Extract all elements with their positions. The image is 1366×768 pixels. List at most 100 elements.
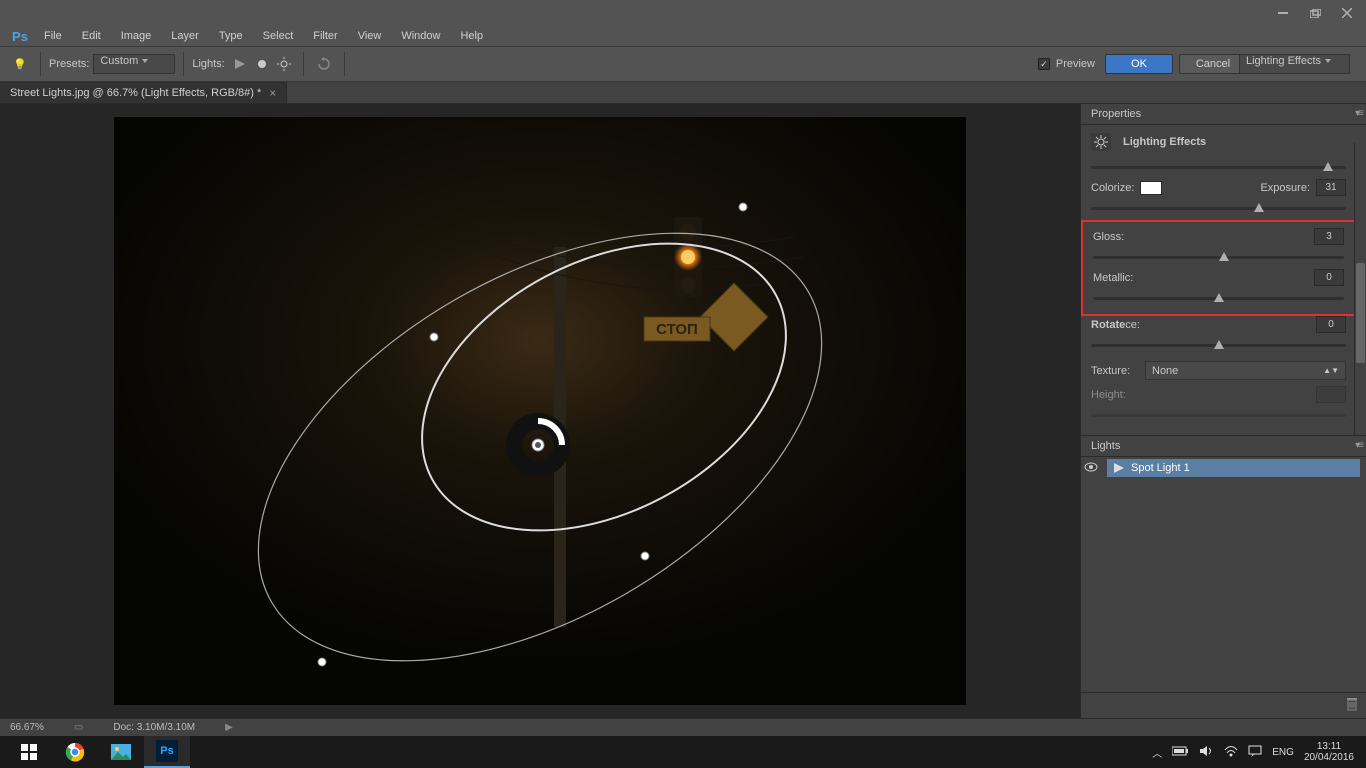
menu-image[interactable]: Image: [111, 30, 162, 42]
windows-taskbar: Ps ︿ ENG 13:11 20/04/2016: [0, 736, 1366, 768]
rotate-slider[interactable]: [1091, 339, 1346, 353]
panel-menu-icon[interactable]: ▾≡: [1355, 108, 1362, 119]
properties-tab[interactable]: Properties ▾≡: [1081, 104, 1366, 125]
exposure-value[interactable]: 31: [1316, 179, 1346, 196]
menu-help[interactable]: Help: [450, 30, 493, 42]
document-tab[interactable]: Street Lights.jpg @ 66.7% (Light Effects…: [0, 82, 287, 103]
infinitelight-icon[interactable]: [273, 52, 295, 76]
tray-battery-icon[interactable]: [1172, 746, 1190, 759]
separator: [344, 52, 345, 76]
tray-volume-icon[interactable]: [1200, 745, 1214, 760]
metallic-slider[interactable]: [1093, 292, 1344, 306]
menu-type[interactable]: Type: [209, 30, 253, 42]
status-thumbnail-icon[interactable]: ▭: [74, 722, 83, 733]
lights-label: Lights:: [192, 58, 224, 70]
properties-scrollbar[interactable]: [1354, 143, 1366, 435]
taskbar-photoshop[interactable]: Ps: [144, 736, 190, 768]
menu-bar: Ps File Edit Image Layer Type Select Fil…: [0, 26, 1366, 46]
metallic-value[interactable]: 0: [1314, 269, 1344, 286]
cancel-button[interactable]: Cancel: [1179, 54, 1247, 74]
menu-filter[interactable]: Filter: [303, 30, 347, 42]
visibility-toggle[interactable]: [1081, 457, 1101, 479]
options-bar: 💡 Presets: Custom Lights: ✓ Preview OK C…: [0, 46, 1366, 82]
separator: [40, 52, 41, 76]
light-item-label: Spot Light 1: [1131, 462, 1190, 474]
preview-checkbox[interactable]: ✓: [1038, 58, 1050, 70]
exposure-label: Exposure:: [1260, 182, 1310, 194]
gloss-slider[interactable]: [1093, 251, 1344, 265]
lights-tab[interactable]: Lights ▾≡: [1081, 436, 1366, 457]
height-value: [1316, 386, 1346, 403]
zoom-level[interactable]: 66.67%: [10, 722, 44, 733]
rotate-value[interactable]: 0: [1316, 316, 1346, 333]
document-tab-label: Street Lights.jpg @ 66.7% (Light Effects…: [10, 87, 261, 99]
workspace-dropdown[interactable]: Lighting Effects: [1239, 54, 1350, 74]
spotlight-icon[interactable]: [229, 52, 251, 76]
ellipse-handle[interactable]: [430, 333, 439, 342]
properties-panel: Lighting Effects Colorize: Exposure: 31 …: [1081, 125, 1366, 435]
lights-panel: Lights ▾≡ Spot Light 1: [1081, 435, 1366, 718]
start-button[interactable]: [6, 736, 52, 768]
height-slider: [1091, 409, 1346, 423]
colorize-label: Colorize:: [1091, 182, 1134, 194]
photoshop-logo-icon: Ps: [6, 26, 34, 46]
menu-select[interactable]: Select: [253, 30, 304, 42]
ok-button[interactable]: OK: [1105, 54, 1173, 74]
metallic-label: Metallic:: [1093, 272, 1133, 284]
preview-label: Preview: [1056, 58, 1095, 70]
colorize-swatch[interactable]: [1140, 181, 1162, 195]
right-panels: Properties ▾≡ Lighting Effects Colorize:…: [1080, 104, 1366, 718]
workspace: СТОП: [0, 104, 1366, 718]
eye-icon: [1084, 462, 1098, 472]
document-tab-bar: Street Lights.jpg @ 66.7% (Light Effects…: [0, 82, 1366, 104]
highlight-box: Gloss: 3 Metallic: 0: [1081, 220, 1356, 316]
pointlight-icon[interactable]: [251, 52, 273, 76]
window-titlebar: [0, 0, 1366, 26]
height-label: Height:: [1091, 389, 1139, 401]
status-arrow-icon[interactable]: ▶: [225, 722, 233, 733]
document-canvas[interactable]: СТОП: [114, 117, 966, 705]
texture-dropdown[interactable]: None ▲▼: [1145, 361, 1346, 380]
minimize-button[interactable]: [1268, 3, 1298, 23]
properties-header: Lighting Effects: [1123, 136, 1206, 148]
svg-text:СТОП: СТОП: [656, 321, 698, 338]
tray-chevron-icon[interactable]: ︿: [1152, 745, 1162, 760]
trash-icon[interactable]: [1346, 697, 1358, 714]
exposure-slider[interactable]: [1091, 202, 1346, 216]
gloss-label: Gloss:: [1093, 231, 1124, 243]
ellipse-handle[interactable]: [641, 552, 650, 561]
doc-size[interactable]: Doc: 3.10M/3.10M: [113, 722, 195, 733]
canvas-area: СТОП: [0, 104, 1080, 718]
texture-label: Texture:: [1091, 365, 1139, 377]
menu-view[interactable]: View: [348, 30, 392, 42]
rotate-suffix: ce:: [1125, 319, 1140, 331]
restore-button[interactable]: [1300, 3, 1330, 23]
menu-window[interactable]: Window: [391, 30, 450, 42]
light-item[interactable]: Spot Light 1: [1107, 459, 1360, 477]
ellipse-handle[interactable]: [739, 203, 748, 212]
lightbulb-icon[interactable]: 💡: [8, 52, 32, 76]
taskbar-photos[interactable]: [98, 736, 144, 768]
tray-network-icon[interactable]: [1224, 745, 1238, 760]
presets-dropdown[interactable]: Custom: [93, 54, 175, 74]
panel-menu-icon[interactable]: ▾≡: [1355, 440, 1362, 451]
ellipse-handle[interactable]: [318, 658, 327, 667]
spotlight-small-icon: [1113, 462, 1125, 474]
presets-label: Presets:: [49, 58, 89, 70]
rotate-label: Rotate: [1091, 319, 1125, 331]
slider-top[interactable]: [1091, 161, 1346, 175]
tray-language[interactable]: ENG: [1272, 747, 1294, 758]
menu-edit[interactable]: Edit: [72, 30, 111, 42]
tray-action-center-icon[interactable]: [1248, 745, 1262, 760]
taskbar-chrome[interactable]: [52, 736, 98, 768]
separator: [183, 52, 184, 76]
close-button[interactable]: [1332, 3, 1362, 23]
status-bar: 66.67% ▭ Doc: 3.10M/3.10M ▶: [0, 718, 1366, 736]
menu-layer[interactable]: Layer: [161, 30, 209, 42]
separator: [303, 52, 304, 76]
tray-clock[interactable]: 13:11 20/04/2016: [1304, 741, 1354, 763]
document-tab-close-icon[interactable]: ×: [269, 86, 276, 100]
reset-icon[interactable]: [312, 52, 336, 76]
gloss-value[interactable]: 3: [1314, 228, 1344, 245]
menu-file[interactable]: File: [34, 30, 72, 42]
